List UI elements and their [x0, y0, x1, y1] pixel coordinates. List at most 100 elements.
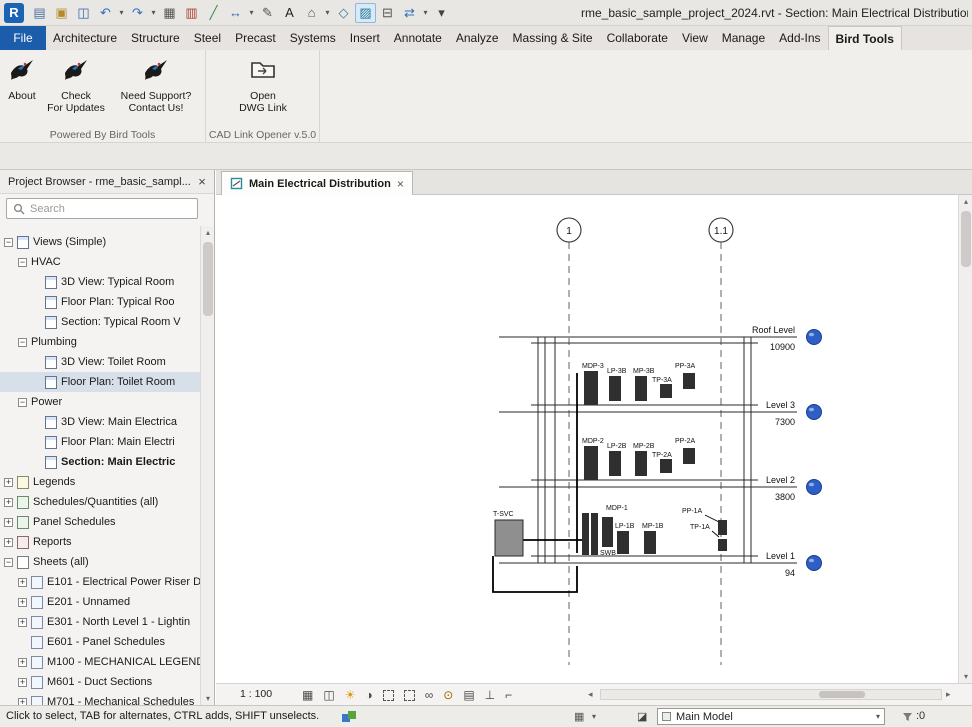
measure-icon[interactable]: ╱	[203, 3, 224, 23]
tree-item[interactable]: +M100 - MECHANICAL LEGEND	[0, 652, 200, 672]
visual-style-icon[interactable]: ◫	[323, 686, 334, 704]
tree-item[interactable]: −HVAC	[0, 252, 200, 272]
dimension-icon[interactable]: ↔	[225, 3, 246, 23]
sync-icon[interactable]: ⇄	[399, 3, 420, 23]
tree-item[interactable]: +E101 - Electrical Power Riser D	[0, 572, 200, 592]
open-folder-icon[interactable]: ▣	[51, 3, 72, 23]
equipment-tp-3a[interactable]	[660, 384, 672, 398]
tree-item[interactable]: +Schedules/Quantities (all)	[0, 492, 200, 512]
drawing-canvas[interactable]: 1 1.1 Roof Level 10900 Level 3 7300	[216, 195, 958, 683]
expand-icon[interactable]: +	[4, 498, 13, 507]
sun-path-icon[interactable]: ☀	[345, 686, 356, 704]
expand-icon[interactable]: +	[18, 598, 27, 607]
equipment-pp-2a[interactable]	[683, 448, 695, 464]
equipment-mdp-3[interactable]	[584, 371, 598, 405]
collapse-icon[interactable]: −	[18, 398, 27, 407]
view-scale-button[interactable]: 1 : 100	[240, 688, 272, 700]
scrollbar-thumb[interactable]	[961, 211, 971, 267]
tree-item[interactable]: 3D View: Toilet Room	[0, 352, 200, 372]
level-head-icon[interactable]	[807, 480, 822, 495]
project-browser-header[interactable]: Project Browser - rme_basic_sampl...	[0, 170, 214, 194]
project-browser-scrollbar[interactable]	[200, 226, 214, 705]
close-project-browser-button[interactable]	[194, 170, 210, 194]
equipment-pp-3a[interactable]	[683, 373, 695, 389]
equipment-t-svc[interactable]	[495, 520, 523, 556]
close-view-tab-button[interactable]	[397, 177, 404, 191]
open-dwg-link-button[interactable]: Open DWG Link	[230, 54, 296, 126]
reveal-constraints-icon[interactable]: ⌐	[505, 686, 512, 704]
underground-service[interactable]	[493, 556, 577, 592]
collapse-icon[interactable]: −	[18, 338, 27, 347]
equipment-mdp-2[interactable]	[584, 446, 598, 480]
ribbon-tab-manage[interactable]: Manage	[715, 26, 772, 50]
ribbon-tab-architecture[interactable]: Architecture	[46, 26, 124, 50]
expand-icon[interactable]: +	[18, 678, 27, 687]
hide-analytical-model-icon[interactable]: ⊥	[485, 686, 495, 704]
save-icon[interactable]: ◫	[73, 3, 94, 23]
text-icon[interactable]: A	[279, 3, 300, 23]
ribbon-tab-steel[interactable]: Steel	[187, 26, 228, 50]
scroll-left-icon[interactable]	[588, 689, 593, 700]
design-options-select[interactable]: Main Model	[657, 708, 885, 725]
redo-icon-dropdown[interactable]: ▾	[149, 8, 158, 17]
expand-icon[interactable]: +	[4, 538, 13, 547]
file-cabinet-icon[interactable]: ▤	[29, 3, 50, 23]
tree-item[interactable]: +Reports	[0, 532, 200, 552]
tree-item[interactable]: +M701 - Mechanical Schedules	[0, 692, 200, 705]
equipment-mdp-1[interactable]	[591, 513, 598, 555]
level-2[interactable]: Level 2 3800	[499, 475, 822, 502]
default-3d-view-icon-dropdown[interactable]: ▾	[323, 8, 332, 17]
tree-item[interactable]: +M601 - Duct Sections	[0, 672, 200, 692]
customize-qat-icon[interactable]: ▾	[431, 3, 452, 23]
undo-icon-dropdown[interactable]: ▾	[117, 8, 126, 17]
tree-item[interactable]: +Panel Schedules	[0, 512, 200, 532]
level-roof[interactable]: Roof Level 10900	[499, 325, 822, 352]
temporary-hide-isolate-icon[interactable]: ∞	[425, 686, 434, 704]
level-1[interactable]: Level 1 94	[499, 551, 822, 578]
ribbon-tab-annotate[interactable]: Annotate	[387, 26, 449, 50]
scroll-up-icon[interactable]	[201, 228, 215, 237]
collapse-icon[interactable]: −	[4, 558, 13, 567]
scroll-right-icon[interactable]	[946, 689, 951, 700]
tree-item[interactable]: Floor Plan: Main Electri	[0, 432, 200, 452]
equipment-mdp-1[interactable]	[582, 513, 589, 555]
level-head-icon[interactable]	[807, 405, 822, 420]
tag-icon[interactable]: ✎	[257, 3, 278, 23]
sync-icon-dropdown[interactable]: ▾	[421, 8, 430, 17]
scroll-up-icon[interactable]	[959, 197, 972, 206]
ribbon-tab-insert[interactable]: Insert	[343, 26, 387, 50]
ribbon-tab-analyze[interactable]: Analyze	[449, 26, 506, 50]
ribbon-tab-systems[interactable]: Systems	[283, 26, 343, 50]
worksets-dropdown-icon[interactable]	[592, 712, 596, 721]
drawing-vertical-scrollbar[interactable]	[958, 195, 972, 683]
tree-item[interactable]: 3D View: Main Electrica	[0, 412, 200, 432]
equipment-lp-1b[interactable]	[617, 531, 629, 554]
check-for-updates-button[interactable]: Check For Updates	[44, 54, 108, 126]
level-head-icon[interactable]	[807, 556, 822, 571]
dimension-icon-dropdown[interactable]: ▾	[247, 8, 256, 17]
ribbon-tab-precast[interactable]: Precast	[228, 26, 283, 50]
section-icon[interactable]: ◇	[333, 3, 354, 23]
search-box[interactable]: Search	[6, 198, 198, 219]
tree-item[interactable]: Floor Plan: Toilet Room	[0, 372, 200, 392]
expand-icon[interactable]: +	[18, 578, 27, 587]
crop-view-icon[interactable]	[383, 690, 394, 701]
tree-item[interactable]: −Sheets (all)	[0, 552, 200, 572]
equipment-pp-1a[interactable]	[718, 520, 727, 535]
selection-filter-icon[interactable]	[902, 712, 913, 722]
shadows-icon[interactable]: ◑	[365, 686, 372, 704]
tree-item[interactable]: Section: Main Electric	[0, 452, 200, 472]
tree-item[interactable]: Section: Typical Room V	[0, 312, 200, 332]
ribbon-tab-view[interactable]: View	[675, 26, 715, 50]
expand-icon[interactable]: +	[4, 478, 13, 487]
tree-item[interactable]: 3D View: Typical Room	[0, 272, 200, 292]
expand-icon[interactable]: +	[4, 518, 13, 527]
drawing-horizontal-scrollbar[interactable]	[600, 689, 942, 700]
ribbon-group-label-bird-tools[interactable]: Powered By Bird Tools	[0, 129, 205, 141]
close-hidden-windows-icon[interactable]: ⊟	[377, 3, 398, 23]
undo-icon[interactable]: ↶	[95, 3, 116, 23]
export-icon[interactable]: ▥	[181, 3, 202, 23]
ribbon-group-label-cad-link-opener[interactable]: CAD Link Opener v.5.0	[206, 129, 319, 141]
ribbon-tab-bird-tools[interactable]: Bird Tools	[828, 26, 902, 50]
scrollbar-thumb[interactable]	[203, 242, 213, 316]
